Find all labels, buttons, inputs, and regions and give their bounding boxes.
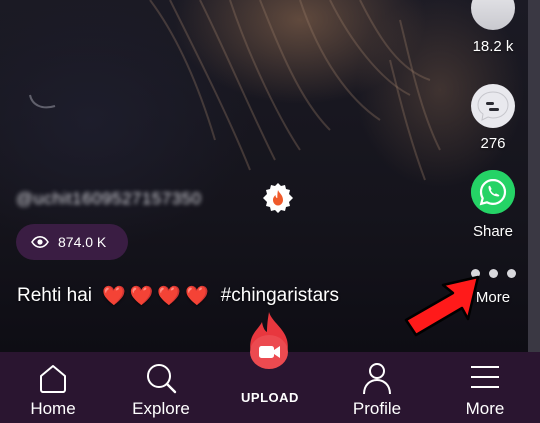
video-caption: Rehti hai ❤️ ❤️ ❤️ ❤️ #chingaristars: [17, 285, 339, 307]
views-badge: 874.0 K: [16, 224, 128, 260]
heart-emoji: ❤️: [102, 285, 126, 307]
share-label: Share: [472, 223, 514, 240]
nav-more[interactable]: More: [435, 352, 535, 423]
person-icon: [363, 363, 391, 395]
nav-more-label: More: [465, 399, 505, 418]
whatsapp-icon: [471, 170, 515, 214]
share-button[interactable]: Share: [458, 170, 528, 240]
comment-count: 276: [480, 135, 506, 152]
heart-emoji: ❤️: [157, 285, 182, 307]
nav-explore-label: Explore: [132, 399, 190, 418]
flame-camera-icon[interactable]: [238, 310, 300, 382]
nav-explore[interactable]: Explore: [111, 352, 211, 423]
scroll-edge: [528, 0, 540, 352]
heart-emoji: ❤️: [129, 285, 154, 307]
nav-home-label: Home: [30, 399, 76, 418]
views-count: 874.0 K: [58, 234, 107, 250]
nav-home[interactable]: Home: [3, 352, 103, 423]
caption-hashtag[interactable]: #chingaristars: [221, 285, 339, 307]
hamburger-icon: [471, 366, 499, 388]
heart-emoji: ❤️: [185, 285, 209, 307]
caption-text: Rehti hai: [17, 285, 92, 306]
like-button[interactable]: 18.2 k: [458, 0, 528, 55]
home-icon: [40, 365, 66, 393]
nav-profile-label: Profile: [352, 399, 402, 418]
comment-icon: [471, 84, 515, 128]
chingari-flame-badge-icon: [262, 182, 294, 214]
search-icon: [147, 364, 177, 394]
comment-button[interactable]: 276: [458, 84, 528, 152]
eye-icon: [31, 236, 49, 248]
like-count: 18.2 k: [472, 38, 514, 55]
nav-profile[interactable]: Profile: [327, 352, 427, 423]
nav-upload-label: UPLOAD: [241, 390, 299, 405]
annotation-arrow: [404, 275, 480, 337]
like-icon: [471, 0, 515, 30]
creator-username[interactable]: @uchit1609527157350: [16, 189, 202, 209]
